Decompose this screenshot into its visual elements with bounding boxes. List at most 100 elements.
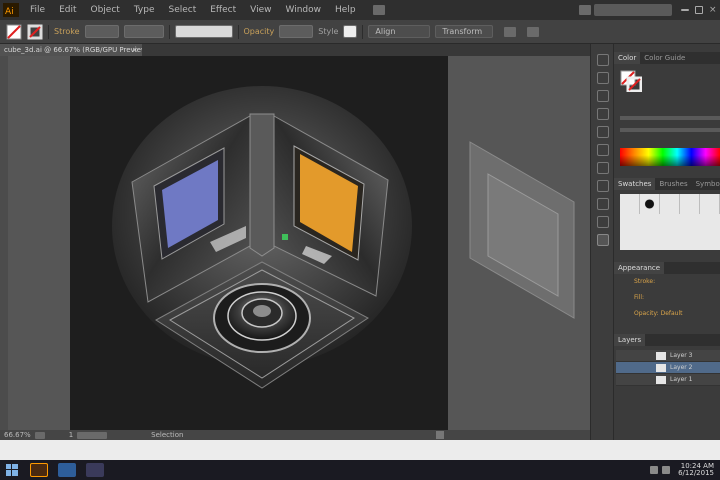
zoom-tool-icon[interactable] <box>597 198 609 210</box>
artboard-number[interactable]: 1 <box>69 431 73 439</box>
maximize-icon[interactable] <box>695 6 703 14</box>
clock-date: 6/12/2015 <box>678 469 714 477</box>
hand-tool-icon[interactable] <box>597 216 609 228</box>
stroke-label[interactable]: Stroke <box>54 27 80 36</box>
tab-swatches[interactable]: Swatches <box>614 178 656 190</box>
bridge-icon[interactable] <box>372 5 385 15</box>
appearance-fill-label: Fill: <box>634 294 645 301</box>
type-tool-icon[interactable] <box>597 108 609 120</box>
menu-object[interactable]: Object <box>84 5 127 15</box>
artboard-tool-icon[interactable] <box>597 234 609 246</box>
taskbar-clock[interactable]: 10:24 AM 6/12/2015 <box>678 463 714 477</box>
fill-swatch-icon[interactable] <box>6 24 22 40</box>
stroke-weight-field[interactable] <box>84 25 119 38</box>
menu-view[interactable]: View <box>243 5 278 15</box>
zoom-level[interactable]: 66.67% <box>4 431 31 439</box>
align-button[interactable]: Align <box>368 25 431 38</box>
color-panel-tabs: Color Color Guide <box>614 52 720 64</box>
workspace-switcher-icon[interactable] <box>579 5 591 15</box>
svg-text:Ai: Ai <box>5 7 14 17</box>
swatch-panel-tabs: Swatches Brushes Symbols <box>614 178 720 190</box>
appearance-fill-row[interactable]: Fill: <box>620 292 720 304</box>
layer-name: Layer 2 <box>670 364 693 371</box>
tab-symbols[interactable]: Symbols <box>692 178 720 190</box>
pasteboard-object[interactable] <box>462 132 582 322</box>
menu-effect[interactable]: Effect <box>203 5 243 15</box>
graphic-style-dropdown[interactable] <box>343 25 358 38</box>
gradient-tool-icon[interactable] <box>597 162 609 174</box>
tab-color-guide[interactable]: Color Guide <box>640 52 689 64</box>
brush-tool-icon[interactable] <box>597 144 609 156</box>
menu-edit[interactable]: Edit <box>52 5 83 15</box>
layers-panel-tabs: Layers <box>614 334 720 346</box>
color-spectrum-shade <box>620 148 720 166</box>
document-tab[interactable]: cube_3d.ai @ 66.67% (RGB/GPU Preview) <box>0 44 142 56</box>
appearance-panel-tabs: Appearance <box>614 262 720 274</box>
transform-button[interactable]: Transform <box>435 25 494 38</box>
taskbar: 10:24 AM 6/12/2015 <box>0 460 720 480</box>
start-button-icon[interactable] <box>6 464 18 476</box>
layer-name: Layer 3 <box>670 352 693 359</box>
layer-row[interactable]: Layer 2 <box>616 362 720 374</box>
tab-layers[interactable]: Layers <box>614 334 646 346</box>
appearance-stroke-label: Stroke: <box>634 278 656 285</box>
document-tab-row: cube_3d.ai @ 66.67% (RGB/GPU Preview) × <box>0 44 590 56</box>
menu-type[interactable]: Type <box>127 5 162 15</box>
artboard-nav[interactable] <box>77 431 108 439</box>
horizontal-scroll-thumb[interactable] <box>436 431 444 439</box>
cube-artwork[interactable] <box>70 56 448 430</box>
browser-taskbar-icon[interactable] <box>86 463 104 477</box>
explorer-taskbar-icon[interactable] <box>58 463 76 477</box>
menu-file[interactable]: File <box>23 5 52 15</box>
pen-tool-icon[interactable] <box>597 90 609 102</box>
tab-appearance[interactable]: Appearance <box>614 262 665 274</box>
opacity-field[interactable] <box>279 25 314 38</box>
selection-anchor-icon[interactable] <box>282 234 288 240</box>
fill-stroke-proxy-icon[interactable] <box>620 70 642 92</box>
swatch[interactable] <box>700 194 720 214</box>
eyedropper-tool-icon[interactable] <box>597 180 609 192</box>
color-slider[interactable] <box>620 128 720 132</box>
zoom-dropdown[interactable] <box>34 431 45 439</box>
artboard[interactable] <box>70 56 448 430</box>
variable-width-dropdown[interactable] <box>123 25 164 38</box>
illustrator-taskbar-icon[interactable] <box>30 463 48 477</box>
stroke-swatch-icon[interactable] <box>27 24 43 40</box>
close-window-icon[interactable]: × <box>709 6 717 15</box>
menu-select[interactable]: Select <box>161 5 203 15</box>
opacity-label[interactable]: Opacity <box>244 27 275 36</box>
volume-icon[interactable] <box>662 466 670 474</box>
arrange-documents-icon[interactable] <box>504 26 517 37</box>
shape-tool-icon[interactable] <box>597 126 609 138</box>
tab-color[interactable]: Color <box>614 52 641 64</box>
status-bar: 66.67% 1 Selection <box>0 430 590 440</box>
swatch[interactable] <box>680 194 700 214</box>
help-search-input[interactable] <box>594 4 672 16</box>
layer-name: Layer 1 <box>670 376 693 383</box>
swatch[interactable] <box>640 194 660 214</box>
layer-thumbnail <box>656 364 666 372</box>
layer-row[interactable]: Layer 1 <box>616 374 720 386</box>
color-slider[interactable] <box>620 116 720 120</box>
appearance-opacity-row[interactable]: Opacity: Default <box>620 308 720 320</box>
appearance-stroke-row[interactable]: Stroke: <box>620 276 720 288</box>
swatch[interactable] <box>620 194 640 214</box>
minimize-icon[interactable] <box>681 9 689 11</box>
right-panels: Color Color Guide Swatches Brushes Symbo… <box>614 44 720 440</box>
app-logo-icon: Ai <box>3 3 19 17</box>
current-tool-label: Selection <box>151 431 184 439</box>
selection-tool-icon[interactable] <box>597 54 609 66</box>
layer-row[interactable]: Layer 3 <box>616 350 720 362</box>
layer-thumbnail <box>656 352 666 360</box>
lens-core <box>253 305 271 317</box>
tab-brushes[interactable]: Brushes <box>655 178 691 190</box>
network-icon[interactable] <box>650 466 658 474</box>
menu-help[interactable]: Help <box>328 5 363 15</box>
direct-selection-tool-icon[interactable] <box>597 72 609 84</box>
canvas-area[interactable] <box>0 56 590 430</box>
panel-menu-icon[interactable] <box>527 26 540 37</box>
swatch[interactable] <box>660 194 680 214</box>
close-tab-icon[interactable]: × <box>132 44 138 56</box>
menu-window[interactable]: Window <box>279 5 329 15</box>
brush-definition-dropdown[interactable] <box>174 25 233 38</box>
